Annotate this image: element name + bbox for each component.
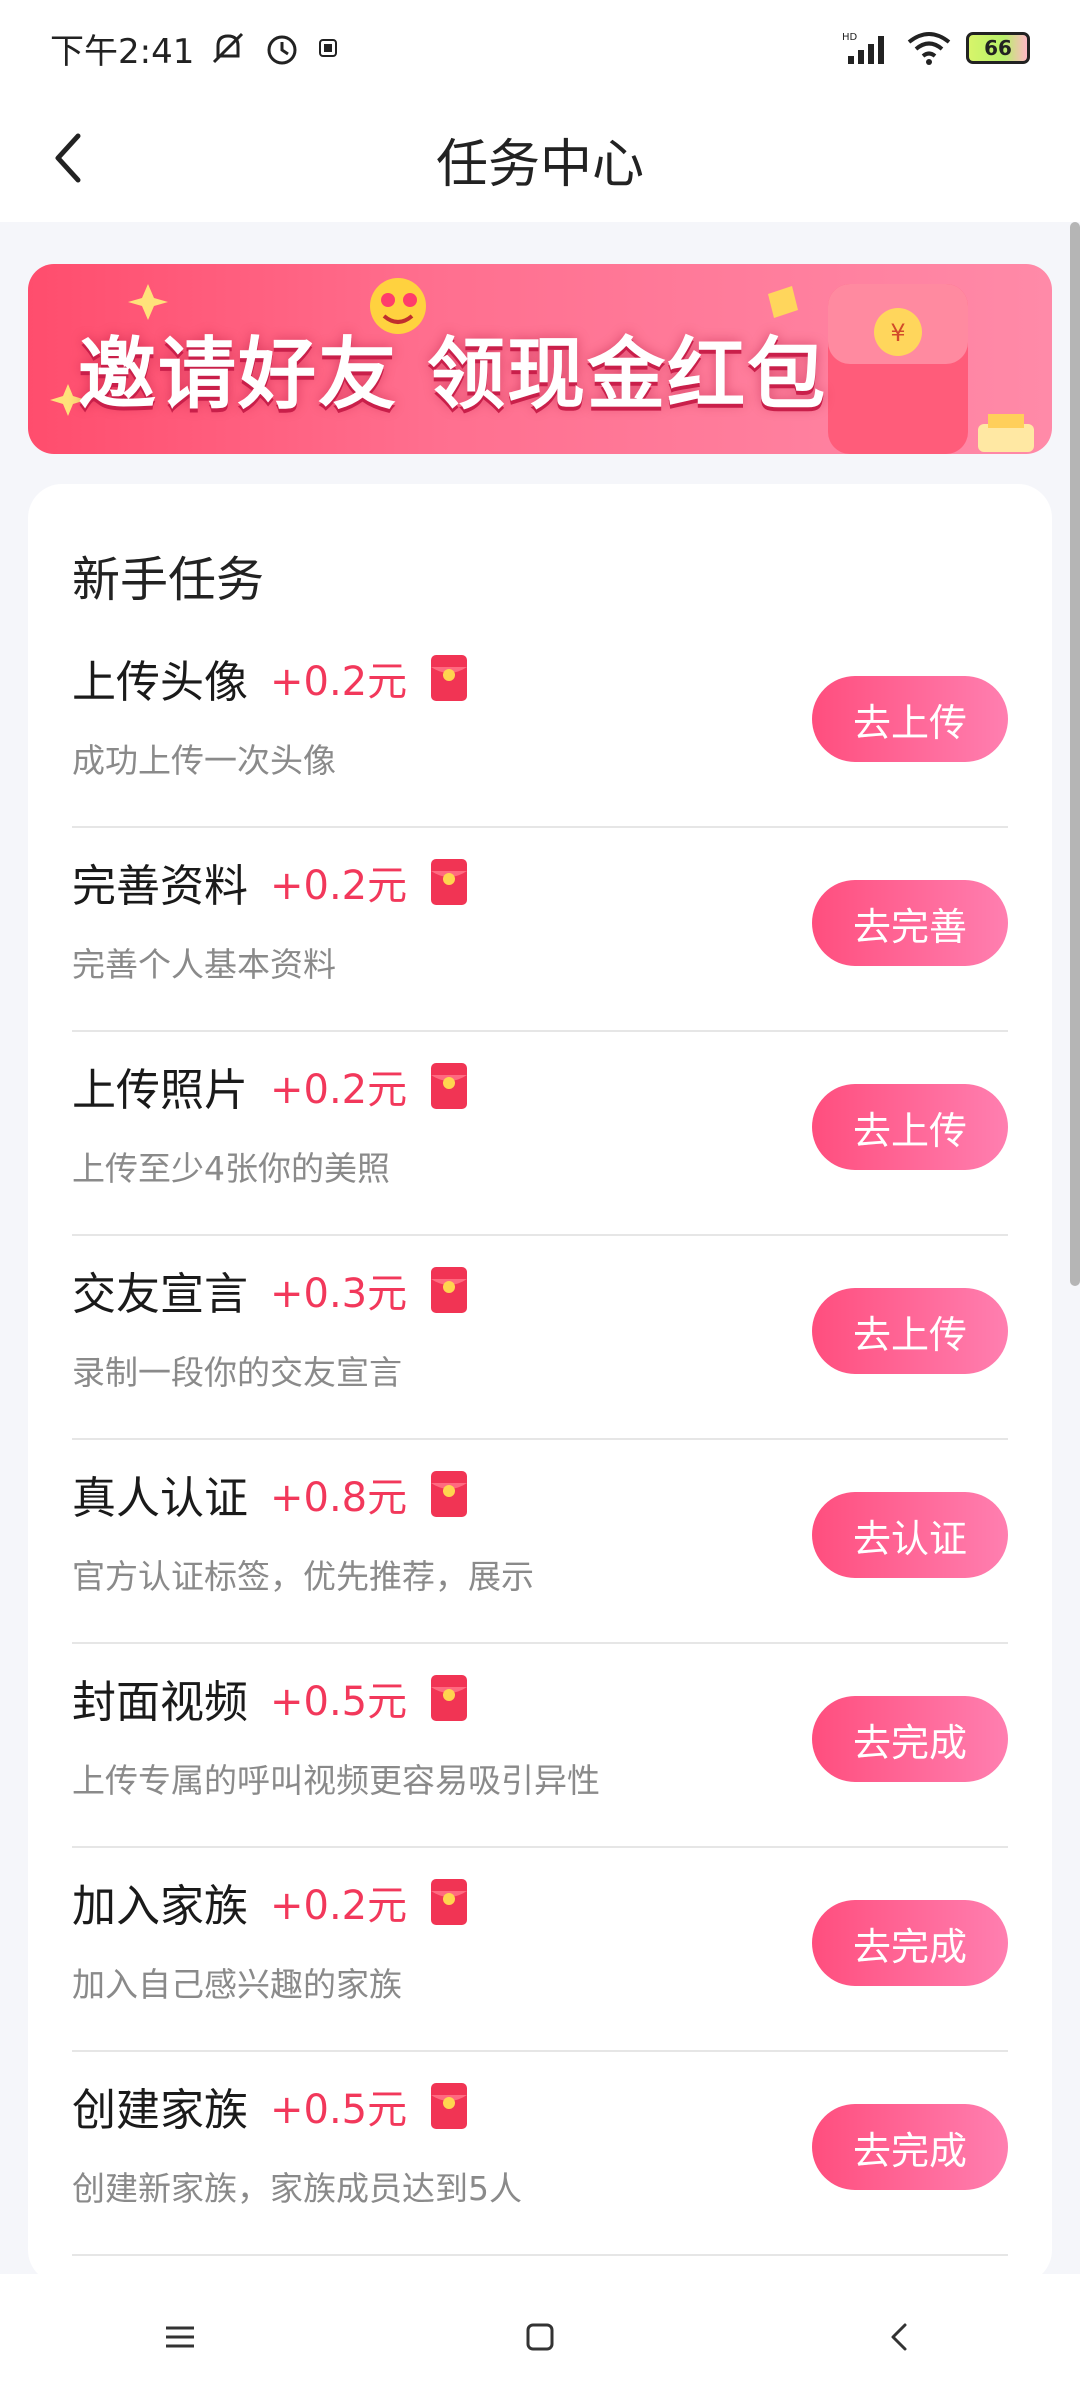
task-action-button[interactable]: 去上传 <box>812 1288 1008 1374</box>
task-row: 上传照片 +0.2元 上传至少4张你的美照 去上传 <box>72 1032 1008 1236</box>
alarm-icon <box>262 28 302 68</box>
task-name: 上传照片 <box>72 1065 248 1116</box>
task-name-line: 上传头像 +0.2元 <box>72 646 469 710</box>
task-desc: 成功上传一次头像 <box>72 741 336 780</box>
section-title: 新手任务 <box>72 552 265 608</box>
task-reward: +0.5元 <box>270 1679 408 1725</box>
status-right: HD 66 <box>842 30 1030 66</box>
menu-icon <box>166 2326 194 2348</box>
task-desc: 官方认证标签，优先推荐，展示 <box>72 1557 534 1596</box>
task-row: 加入家族 +0.2元 加入自己感兴趣的家族 去完成 <box>72 1848 1008 2052</box>
nav-back-button[interactable] <box>840 2297 960 2377</box>
task-reward: +0.2元 <box>270 1883 408 1929</box>
page-title: 任务中心 <box>435 134 644 195</box>
status-bar: 下午2:41 HD 66 <box>0 0 1080 96</box>
task-name: 真人认证 <box>72 1473 248 1524</box>
task-name: 加入家族 <box>72 1881 248 1932</box>
home-button[interactable] <box>480 2297 600 2377</box>
status-time: 下午2:41 <box>50 31 195 72</box>
task-reward: +0.5元 <box>270 2087 408 2133</box>
task-name-line: 封面视频 +0.5元 <box>72 1666 469 1730</box>
task-name: 交友宣言 <box>72 1269 248 1320</box>
app-header: 任务中心 <box>0 96 1080 222</box>
task-row: 封面视频 +0.5元 上传专属的呼叫视频更容易吸引异性 去完成 <box>72 1644 1008 1848</box>
task-row: 创建家族 +0.5元 创建新家族，家族成员达到5人 去完成 <box>72 2052 1008 2256</box>
mute-icon <box>208 28 248 68</box>
task-desc: 上传专属的呼叫视频更容易吸引异性 <box>72 1761 600 1800</box>
task-desc: 完善个人基本资料 <box>72 945 336 984</box>
task-desc: 上传至少4张你的美照 <box>72 1149 390 1188</box>
home-icon <box>526 2323 554 2351</box>
scrollbar[interactable] <box>1070 222 1080 1286</box>
task-reward: +0.8元 <box>270 1475 408 1521</box>
invite-banner[interactable]: ¥ 邀请好友 领现金红包 <box>28 264 1052 454</box>
menu-button[interactable] <box>120 2297 240 2377</box>
status-left: 下午2:41 <box>50 24 340 73</box>
task-name: 创建家族 <box>72 2085 248 2136</box>
task-name-line: 加入家族 +0.2元 <box>72 1870 469 1934</box>
svg-text:¥: ¥ <box>890 319 905 347</box>
red-envelope-icon <box>431 1063 468 1109</box>
red-envelope-icon <box>431 859 468 905</box>
system-nav-bar <box>0 2274 1080 2400</box>
task-desc: 创建新家族，家族成员达到5人 <box>72 2169 522 2208</box>
battery-icon: 66 <box>966 32 1030 64</box>
task-action-button[interactable]: 去认证 <box>812 1492 1008 1578</box>
task-name: 封面视频 <box>72 1677 248 1728</box>
red-envelope-icon <box>431 1879 468 1925</box>
task-reward: +0.2元 <box>270 659 408 705</box>
task-row: 完善资料 +0.2元 完善个人基本资料 去完善 <box>72 828 1008 1032</box>
task-action-button[interactable]: 去上传 <box>812 676 1008 762</box>
banner-text: 邀请好友 领现金红包 <box>78 330 828 420</box>
red-envelope-icon <box>431 2083 468 2129</box>
task-name-line: 完善资料 +0.2元 <box>72 850 469 914</box>
task-action-button[interactable]: 去上传 <box>812 1084 1008 1170</box>
task-name: 上传头像 <box>72 657 248 708</box>
task-name-line: 上传照片 +0.2元 <box>72 1054 469 1118</box>
red-envelope-icon <box>431 655 468 701</box>
svg-text:HD: HD <box>842 32 858 43</box>
back-icon <box>891 2323 907 2351</box>
task-reward: +0.2元 <box>270 863 408 909</box>
task-name: 完善资料 <box>72 861 248 912</box>
task-reward: +0.3元 <box>270 1271 408 1317</box>
task-action-button[interactable]: 去完成 <box>812 1696 1008 1782</box>
task-name-line: 交友宣言 +0.3元 <box>72 1258 469 1322</box>
back-button[interactable] <box>28 118 108 198</box>
task-row: 真人认证 +0.8元 官方认证标签，优先推荐，展示 去认证 <box>72 1440 1008 1644</box>
chevron-left-icon <box>55 133 81 183</box>
notification-icon <box>316 36 340 60</box>
task-action-button[interactable]: 去完成 <box>812 2104 1008 2190</box>
red-envelope-icon <box>431 1267 468 1313</box>
task-card: 新手任务 上传头像 +0.2元 成功上传一次头像 去上传 完善资料 +0.2元 … <box>28 484 1052 2284</box>
task-name-line: 真人认证 +0.8元 <box>72 1462 469 1526</box>
task-action-button[interactable]: 去完善 <box>812 880 1008 966</box>
red-envelope-icon <box>431 1471 468 1517</box>
task-desc: 录制一段你的交友宣言 <box>72 1353 402 1392</box>
hd-signal-icon: HD <box>842 30 892 66</box>
task-row: 上传头像 +0.2元 成功上传一次头像 去上传 <box>72 624 1008 828</box>
task-name-line: 创建家族 +0.5元 <box>72 2074 469 2138</box>
red-envelope-icon <box>431 1675 468 1721</box>
task-desc: 加入自己感兴趣的家族 <box>72 1965 402 2004</box>
wifi-icon <box>906 30 952 66</box>
task-reward: +0.2元 <box>270 1067 408 1113</box>
task-row: 交友宣言 +0.3元 录制一段你的交友宣言 去上传 <box>72 1236 1008 1440</box>
task-list: 上传头像 +0.2元 成功上传一次头像 去上传 完善资料 +0.2元 完善个人基… <box>72 624 1008 2256</box>
task-action-button[interactable]: 去完成 <box>812 1900 1008 1986</box>
